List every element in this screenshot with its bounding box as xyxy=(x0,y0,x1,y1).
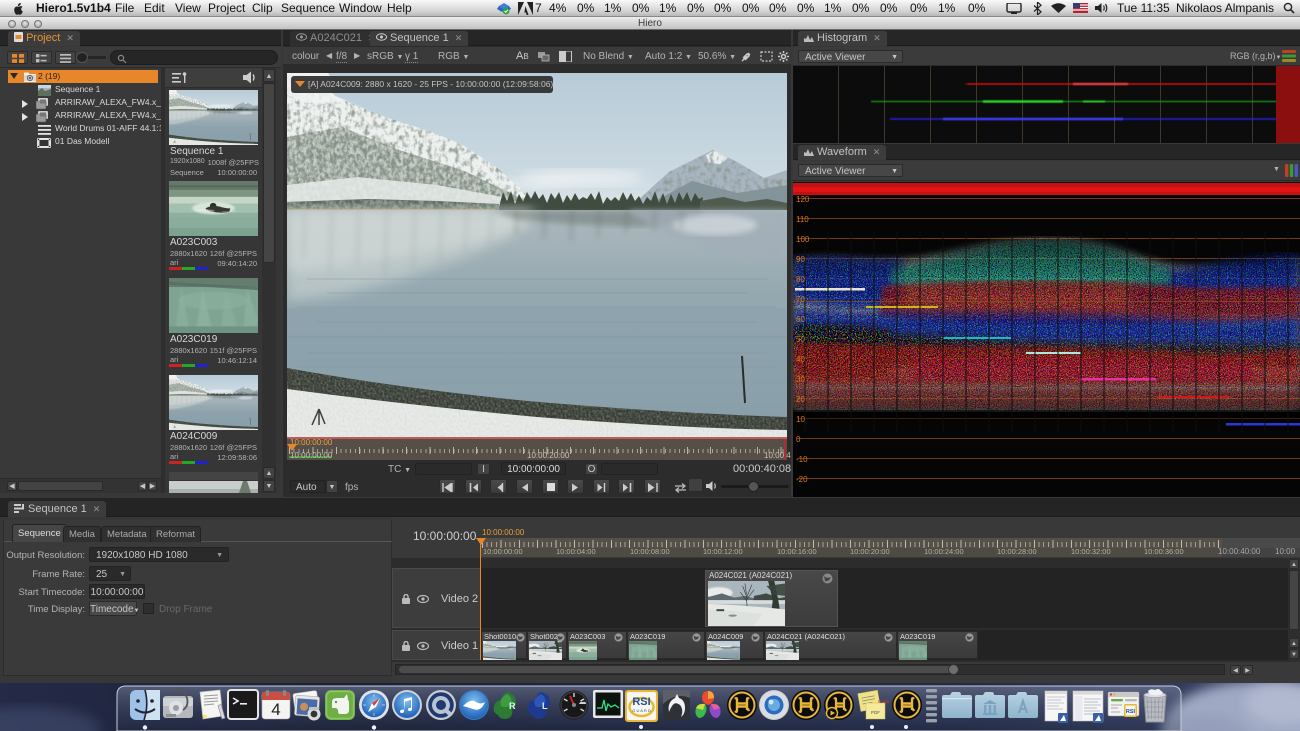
svg-text:PDF: PDF xyxy=(871,710,880,715)
svg-text:-20: -20 xyxy=(796,475,808,484)
svg-text:90: 90 xyxy=(796,255,805,264)
svg-text:100: 100 xyxy=(796,235,810,244)
svg-text:40: 40 xyxy=(796,355,805,364)
svg-text:60: 60 xyxy=(796,315,805,324)
svg-text:G U A R D: G U A R D xyxy=(632,708,651,713)
svg-text:120: 120 xyxy=(796,195,810,204)
svg-text:110: 110 xyxy=(796,215,809,224)
svg-text:RSI: RSI xyxy=(1126,709,1136,715)
svg-text:30: 30 xyxy=(796,375,805,384)
svg-text:L: L xyxy=(542,701,548,711)
svg-text:0: 0 xyxy=(796,435,801,444)
svg-text:4: 4 xyxy=(271,700,280,719)
svg-text:50: 50 xyxy=(796,335,805,344)
svg-text:R: R xyxy=(509,701,516,711)
svg-text:10: 10 xyxy=(796,415,805,424)
svg-text:20: 20 xyxy=(796,395,805,404)
svg-text:RSI: RSI xyxy=(632,696,650,708)
svg-text:-10: -10 xyxy=(796,455,808,464)
svg-text:70: 70 xyxy=(796,295,805,304)
svg-text:80: 80 xyxy=(796,275,805,284)
